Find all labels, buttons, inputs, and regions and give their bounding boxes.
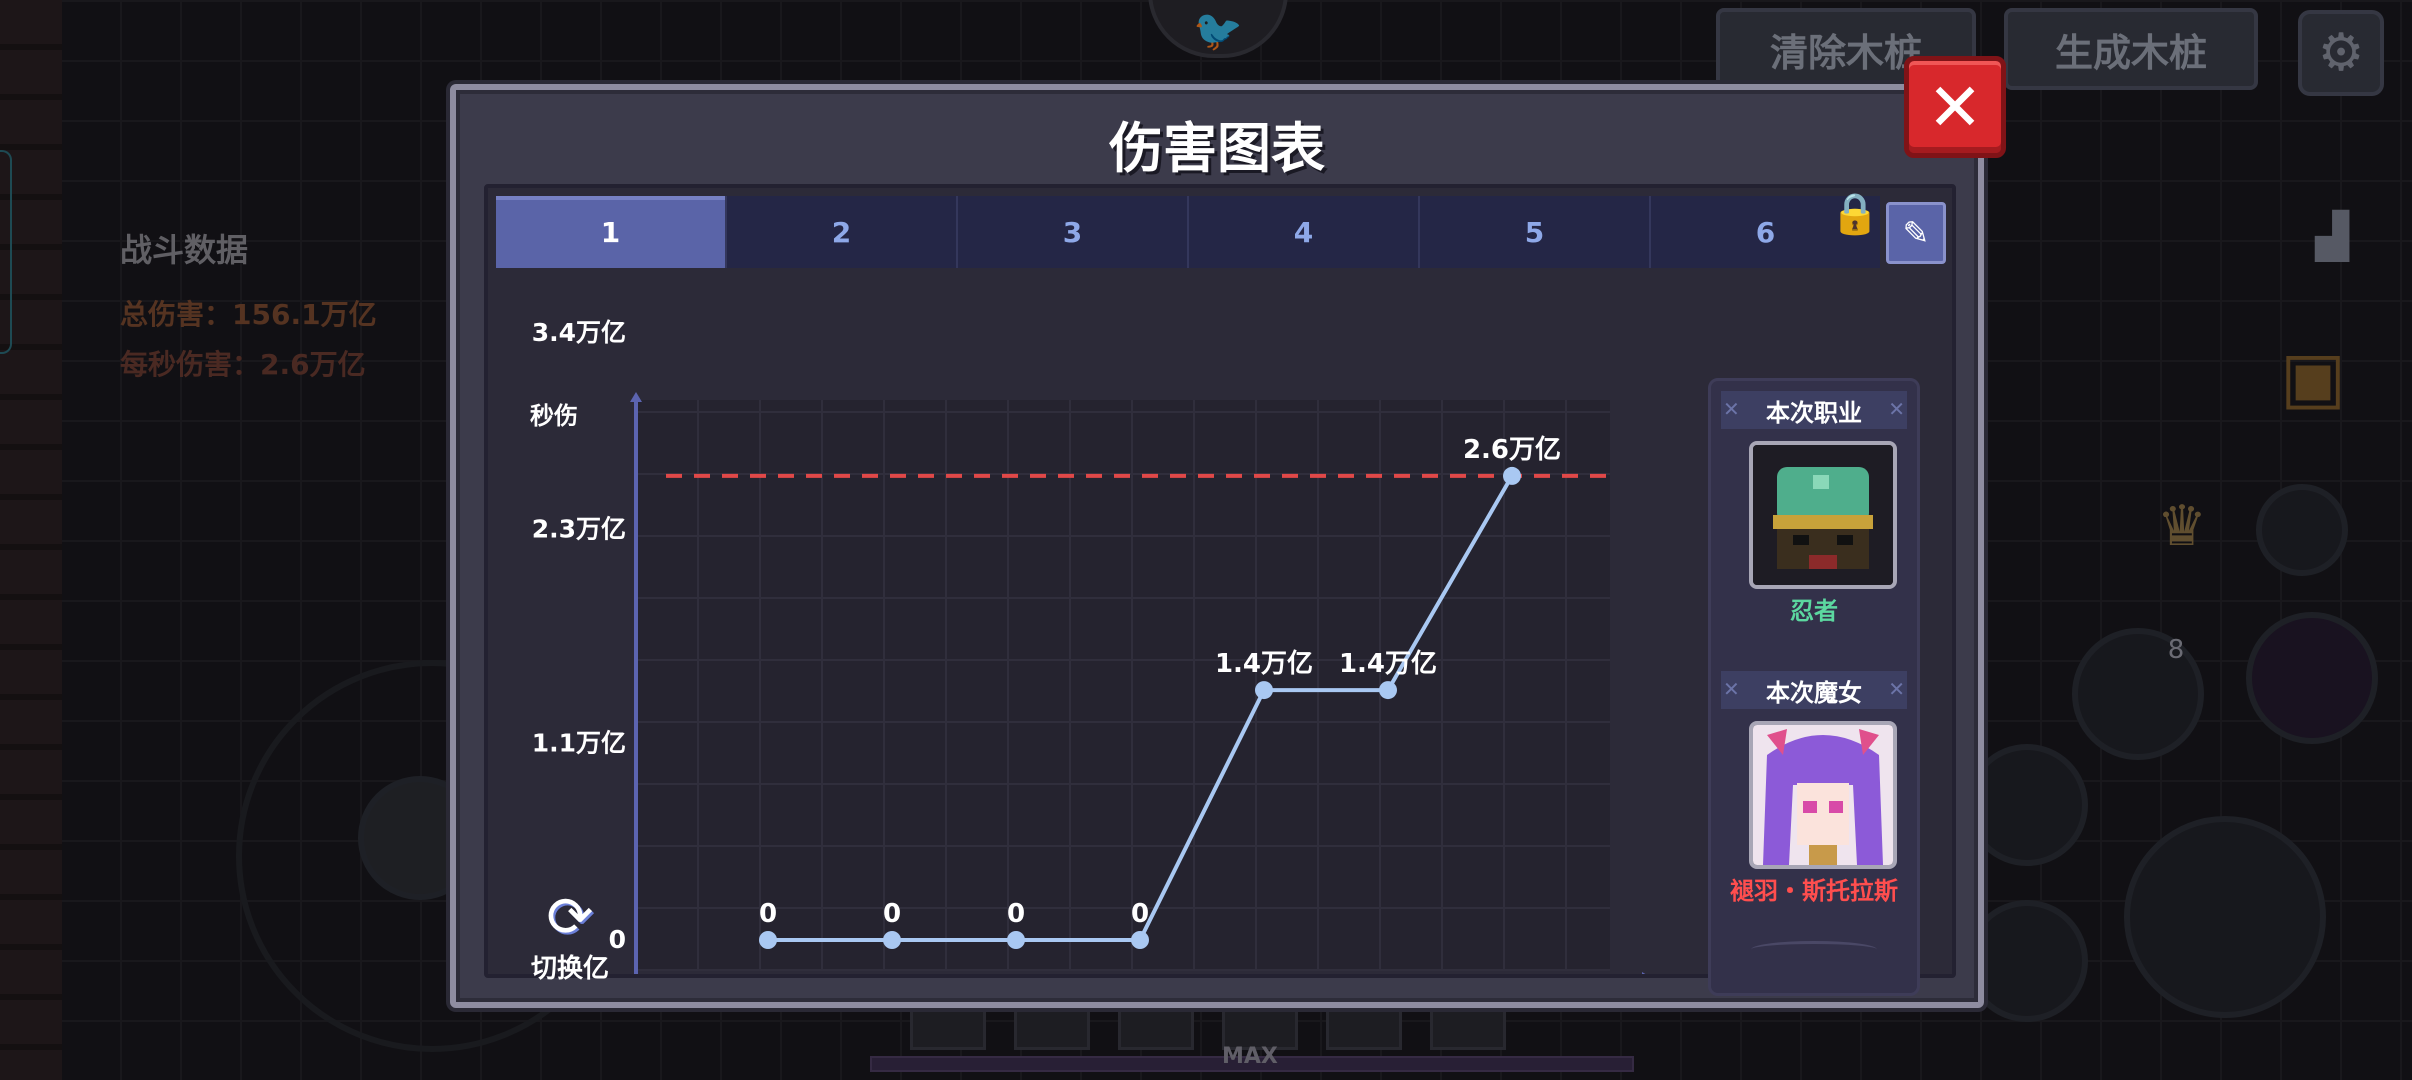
data-point	[1007, 931, 1025, 949]
witch-portrait	[1749, 721, 1897, 869]
ninja-portrait	[1749, 441, 1897, 589]
data-point	[759, 931, 777, 949]
x-axis-arrow	[1642, 972, 1646, 974]
job-name: 忍者	[1790, 597, 1838, 625]
close-button[interactable]: ✕	[1904, 56, 2006, 158]
modal-title: 伤害图表	[1109, 117, 1325, 180]
data-label: 2.6万亿	[1463, 435, 1561, 465]
run-info-panel: 本次职业 忍者 本次魔女	[1708, 378, 1920, 996]
y-tick-label: 3.4万亿	[532, 318, 626, 347]
witch-name: 褪羽・斯托拉斯	[1730, 877, 1898, 905]
switch-unit-label: 切换亿	[530, 954, 609, 984]
data-label: 0	[1131, 899, 1149, 929]
close-icon: ✕	[1927, 68, 1983, 146]
data-point	[883, 931, 901, 949]
y-axis-arrow	[630, 392, 642, 402]
plot-area	[636, 400, 1610, 970]
y-tick-label: 2.3万亿	[532, 514, 626, 543]
data-label: 0	[759, 899, 777, 929]
y-tick-label: 1.1万亿	[532, 729, 626, 758]
data-label: 1.4万亿	[1339, 649, 1437, 679]
refresh-icon: ⟳	[546, 885, 594, 950]
witch-header: 本次魔女	[1721, 671, 1907, 709]
data-point	[1379, 681, 1397, 700]
data-label: 0	[1007, 899, 1025, 929]
data-point	[1503, 466, 1521, 485]
data-point	[1131, 931, 1149, 949]
switch-unit-button[interactable]: ⟳ 切换亿	[520, 888, 620, 985]
job-header: 本次职业	[1721, 391, 1907, 429]
panel-ornament	[1751, 941, 1877, 958]
chart-inner-panel: 123456🔒 ✎ 秒伤5月份01.1万亿2.3万亿3.4万亿282930123…	[484, 184, 1956, 996]
data-label: 1.4万亿	[1215, 649, 1313, 679]
data-point	[1255, 681, 1273, 700]
y-axis-title: 秒伤	[530, 402, 578, 430]
data-label: 0	[883, 899, 901, 929]
damage-chart-modal: 伤害图表 123456🔒 ✎ 秒伤5月份01.1万亿2.3万亿3.4万亿2829…	[450, 84, 1984, 1008]
